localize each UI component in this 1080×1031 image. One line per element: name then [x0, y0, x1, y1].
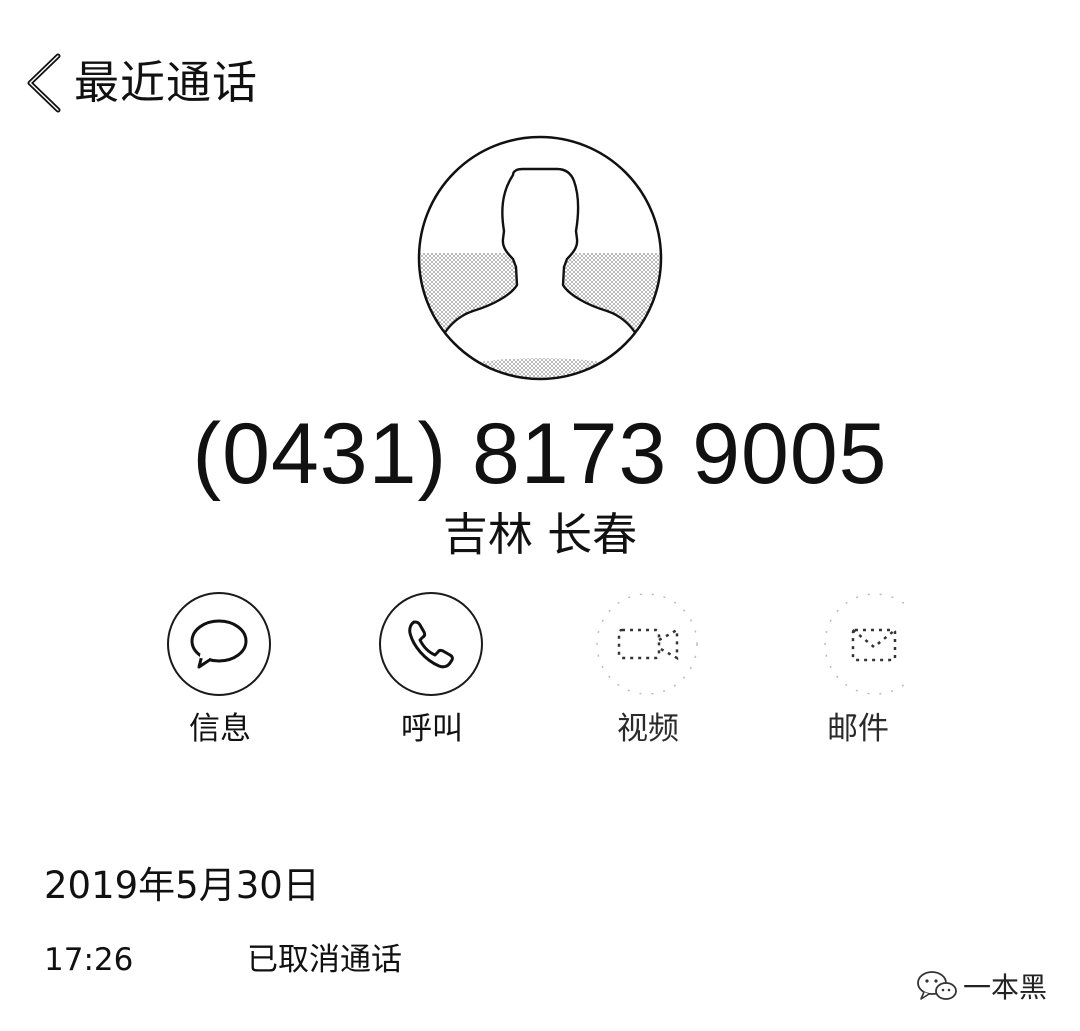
call-date: 2019年5月30日: [44, 864, 320, 907]
chevron-left-icon: [27, 53, 61, 113]
watermark: 一本黑: [915, 966, 1047, 1006]
video-button-circle: [595, 592, 699, 696]
mail-button-circle: [805, 592, 926, 696]
message-button-circle: [167, 592, 271, 696]
message-bubble-icon: [190, 619, 248, 669]
call-time: 17:26: [44, 942, 134, 978]
mail-button-label: 邮件: [827, 711, 889, 747]
mail-button[interactable]: 邮件: [783, 592, 933, 762]
phone-number: (0431) 8173 9005: [192, 406, 888, 502]
call-button-label: 呼叫: [401, 711, 463, 747]
video-button-label: 视频: [617, 711, 679, 747]
message-button[interactable]: 信息: [145, 592, 295, 762]
mail-envelope-icon: [824, 593, 926, 695]
phone-handset-icon: [408, 620, 454, 669]
wechat-icon: [917, 971, 957, 1000]
call-status: 已取消通话: [247, 942, 402, 978]
video-camera-icon: [596, 593, 698, 695]
person-silhouette-icon: [417, 135, 663, 381]
watermark-text: 一本黑: [963, 971, 1048, 1004]
message-button-label: 信息: [189, 711, 251, 747]
call-button[interactable]: 呼叫: [357, 592, 507, 762]
phone-location: 吉林 长春: [442, 508, 638, 561]
back-button[interactable]: 最近通话: [20, 48, 258, 118]
call-button-circle: [379, 592, 483, 696]
video-button[interactable]: 视频: [573, 592, 723, 762]
contact-avatar: [417, 135, 663, 381]
back-button-label: 最近通话: [74, 56, 259, 109]
